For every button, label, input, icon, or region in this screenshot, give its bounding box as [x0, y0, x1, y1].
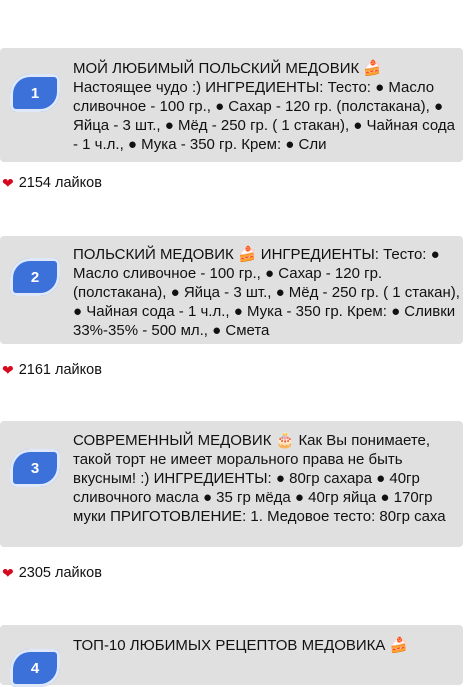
post-card[interactable]: 4 ТОП-10 ЛЮБИМЫХ РЕЦЕПТОВ МЕДОВИКА 🍰 [0, 625, 463, 687]
post-number: 2 [30, 268, 40, 286]
post-number-badge: 4 [10, 649, 60, 687]
heart-icon: ❤ [2, 175, 14, 191]
post-card[interactable]: 2 ПОЛЬСКИЙ МЕДОВИК 🍰 ИНГРЕДИЕНТЫ: Тесто:… [0, 236, 463, 344]
post-number: 4 [30, 659, 40, 677]
likes-row: ❤ 2305 лайков [2, 565, 102, 581]
post-number: 3 [30, 459, 40, 477]
likes-row: ❤ 2154 лайков [2, 175, 102, 191]
likes-count: 2154 лайков [18, 175, 102, 191]
post-text[interactable]: СОВРЕМЕННЫЙ МЕДОВИК 🎂 Как Вы понимаете, … [73, 431, 463, 526]
post-text[interactable]: ТОП-10 ЛЮБИМЫХ РЕЦЕПТОВ МЕДОВИКА 🍰 [73, 636, 463, 655]
likes-count: 2161 лайков [18, 362, 102, 378]
likes-count: 2305 лайков [18, 565, 102, 581]
likes-row: ❤ 2161 лайков [2, 362, 102, 378]
post-text[interactable]: МОЙ ЛЮБИМЫЙ ПОЛЬСКИЙ МЕДОВИК 🍰 Настоящее… [73, 59, 463, 154]
post-number-badge: 1 [10, 74, 60, 112]
post-text[interactable]: ПОЛЬСКИЙ МЕДОВИК 🍰 ИНГРЕДИЕНТЫ: Тесто: ●… [73, 245, 463, 340]
heart-icon: ❤ [2, 362, 14, 378]
post-number-badge: 2 [10, 258, 60, 296]
post-number-badge: 3 [10, 449, 60, 487]
post-card[interactable]: 3 СОВРЕМЕННЫЙ МЕДОВИК 🎂 Как Вы понимаете… [0, 421, 463, 547]
post-card[interactable]: 1 МОЙ ЛЮБИМЫЙ ПОЛЬСКИЙ МЕДОВИК 🍰 Настоящ… [0, 48, 463, 162]
post-number: 1 [30, 84, 40, 102]
heart-icon: ❤ [2, 565, 14, 581]
